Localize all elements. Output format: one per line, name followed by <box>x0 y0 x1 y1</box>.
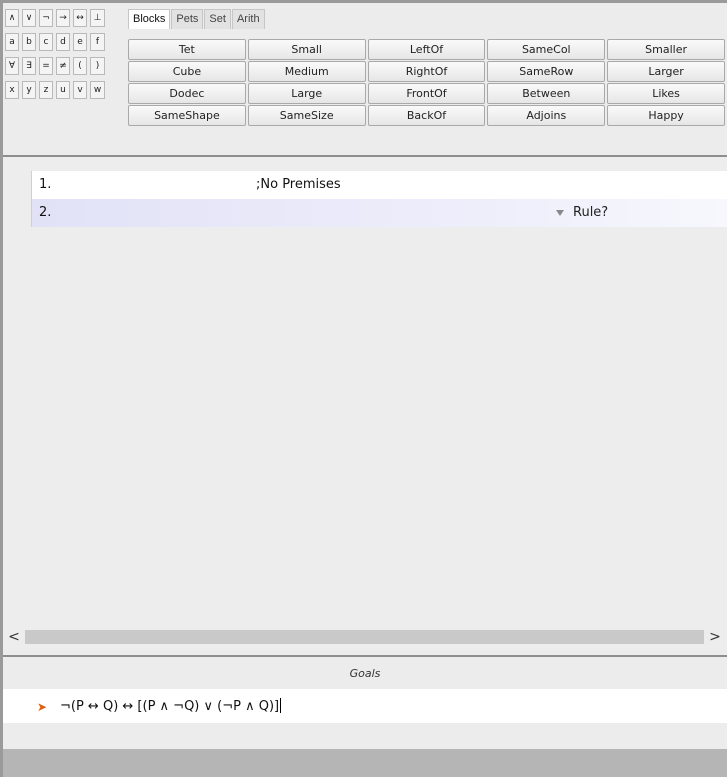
fitch-window: ∧ ∨ ¬ → ↔ ⊥ a b c d e f ∀ ∃ = ≠ ( ) x y … <box>3 3 727 777</box>
scroll-left-icon[interactable]: < <box>5 629 23 645</box>
line-number: 2. <box>39 205 52 220</box>
tab-blocks[interactable]: Blocks <box>128 9 171 29</box>
premise-placeholder: ;No Premises <box>256 177 341 192</box>
triangle-down-icon[interactable] <box>556 210 564 216</box>
symbol-palette: ∧ ∨ ¬ → ↔ ⊥ a b c d e f ∀ ∃ = ≠ ( ) x y … <box>5 9 125 99</box>
symbol-exists-button[interactable]: ∃ <box>22 57 36 75</box>
predicate-between-button[interactable]: Between <box>487 83 606 104</box>
predicate-row: Cube Medium RightOf SameRow Larger <box>128 61 727 82</box>
constant-d-button[interactable]: d <box>56 33 70 51</box>
constant-f-button[interactable]: f <box>90 33 105 51</box>
scrollbar-thumb[interactable] <box>25 630 704 644</box>
goal-row[interactable]: ➤ ¬(P ↔ Q) ↔ [(P ∧ ¬Q) ∨ (¬P ∧ Q)] <box>3 689 727 723</box>
goals-panel: Goals ➤ ¬(P ↔ Q) ↔ [(P ∧ ¬Q) ∨ (¬P ∧ Q)] <box>3 655 727 751</box>
predicate-rightof-button[interactable]: RightOf <box>367 61 486 82</box>
symbol-row-variables: x y z u v w <box>5 81 125 99</box>
symbol-row-constants: a b c d e f <box>5 33 125 51</box>
predicate-small-button[interactable]: Small <box>247 39 366 60</box>
predicate-dodec-button[interactable]: Dodec <box>128 83 246 104</box>
tab-pets[interactable]: Pets <box>171 9 204 29</box>
predicate-palette: Tet Small LeftOf SameCol Smaller Cube Me… <box>128 39 727 127</box>
symbol-not-equals-button[interactable]: ≠ <box>56 57 70 75</box>
predicate-medium-button[interactable]: Medium <box>247 61 366 82</box>
symbol-row-quantifiers: ∀ ∃ = ≠ ( ) <box>5 57 125 75</box>
symbol-open-paren-button[interactable]: ( <box>73 57 87 75</box>
predicate-likes-button[interactable]: Likes <box>607 83 725 104</box>
rule-menu[interactable]: Rule? <box>573 205 608 220</box>
predicate-row: Dodec Large FrontOf Between Likes <box>128 83 727 104</box>
symbol-forall-button[interactable]: ∀ <box>5 57 19 75</box>
goal-formula-text: ¬(P ↔ Q) ↔ [(P ∧ ¬Q) ∨ (¬P ∧ Q)] <box>60 699 280 714</box>
symbol-equals-button[interactable]: = <box>39 57 53 75</box>
predicate-frontof-button[interactable]: FrontOf <box>367 83 486 104</box>
variable-u-button[interactable]: u <box>56 81 70 99</box>
symbol-bottom-button[interactable]: ⊥ <box>90 9 105 27</box>
predicate-samerow-button[interactable]: SameRow <box>487 61 606 82</box>
constant-e-button[interactable]: e <box>73 33 87 51</box>
scroll-right-icon[interactable]: > <box>706 629 724 645</box>
variable-x-button[interactable]: x <box>5 81 19 99</box>
predicate-smaller-button[interactable]: Smaller <box>607 39 725 60</box>
variable-z-button[interactable]: z <box>39 81 53 99</box>
symbol-iff-button[interactable]: ↔ <box>73 9 87 27</box>
predicate-backof-button[interactable]: BackOf <box>367 105 486 126</box>
symbol-row-connectives: ∧ ∨ ¬ → ↔ ⊥ <box>5 9 125 27</box>
symbol-or-button[interactable]: ∨ <box>22 9 36 27</box>
toolbar: ∧ ∨ ¬ → ↔ ⊥ a b c d e f ∀ ∃ = ≠ ( ) x y … <box>3 3 727 153</box>
proof-pane[interactable]: 1. ;No Premises 2. Rule? < > <box>3 155 727 649</box>
predicate-large-button[interactable]: Large <box>247 83 366 104</box>
constant-a-button[interactable]: a <box>5 33 19 51</box>
text-caret <box>280 698 282 713</box>
proof-line-selected[interactable]: 2. Rule? <box>31 199 727 227</box>
horizontal-scrollbar[interactable]: < > <box>3 627 727 647</box>
predicate-cube-button[interactable]: Cube <box>128 61 246 82</box>
tab-set[interactable]: Set <box>204 9 231 29</box>
line-number: 1. <box>39 177 52 192</box>
goal-formula[interactable]: ¬(P ↔ Q) ↔ [(P ∧ ¬Q) ∨ (¬P ∧ Q)] <box>60 698 282 714</box>
variable-y-button[interactable]: y <box>22 81 36 99</box>
predicate-happy-button[interactable]: Happy <box>607 105 725 126</box>
predicate-adjoins-button[interactable]: Adjoins <box>487 105 606 126</box>
predicate-tabs: Blocks Pets Set Arith <box>128 9 266 29</box>
symbol-implies-button[interactable]: → <box>56 9 70 27</box>
constant-b-button[interactable]: b <box>22 33 36 51</box>
predicate-samesize-button[interactable]: SameSize <box>247 105 366 126</box>
predicate-samecol-button[interactable]: SameCol <box>487 39 606 60</box>
variable-v-button[interactable]: v <box>73 81 87 99</box>
goal-status-arrow-icon: ➤ <box>37 700 48 714</box>
status-bar <box>3 749 727 777</box>
symbol-and-button[interactable]: ∧ <box>5 9 19 27</box>
proof-line[interactable]: 1. ;No Premises <box>31 171 727 199</box>
predicate-row: Tet Small LeftOf SameCol Smaller <box>128 39 727 60</box>
predicate-larger-button[interactable]: Larger <box>607 61 725 82</box>
symbol-close-paren-button[interactable]: ) <box>90 57 105 75</box>
predicate-row: SameShape SameSize BackOf Adjoins Happy <box>128 105 727 126</box>
goals-title: Goals <box>349 667 381 680</box>
predicate-sameshape-button[interactable]: SameShape <box>128 105 246 126</box>
constant-c-button[interactable]: c <box>39 33 53 51</box>
tab-arith[interactable]: Arith <box>231 9 265 29</box>
symbol-not-button[interactable]: ¬ <box>39 9 53 27</box>
predicate-leftof-button[interactable]: LeftOf <box>367 39 486 60</box>
variable-w-button[interactable]: w <box>90 81 105 99</box>
predicate-tet-button[interactable]: Tet <box>128 39 246 60</box>
